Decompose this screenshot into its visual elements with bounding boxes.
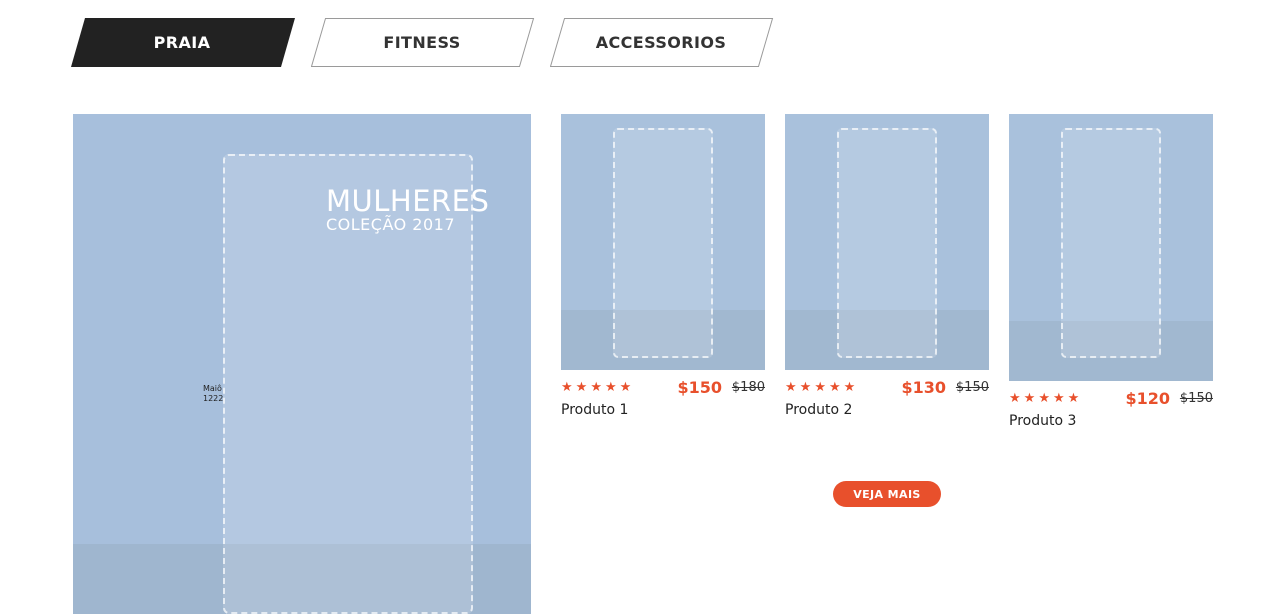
featured-title: MULHERES xyxy=(326,184,490,218)
featured-banner[interactable]: MULHERES COLEÇÃO 2017 Maiô 1222 xyxy=(73,114,531,614)
star-icon: ★ xyxy=(799,380,812,395)
product-image[interactable] xyxy=(561,114,765,370)
tab-praia[interactable]: PRAIA xyxy=(71,18,295,67)
star-icon: ★ xyxy=(1038,391,1050,406)
product-model-photo xyxy=(613,128,713,358)
star-icon: ★ xyxy=(1023,391,1036,406)
product-meta: ★ ★ ★ ★ ★ $130 $150 xyxy=(785,378,989,402)
product-model-photo xyxy=(837,128,937,358)
star-rating: ★ ★ ★ ★ ★ xyxy=(785,381,855,394)
tab-fitness-label: FITNESS xyxy=(383,33,461,52)
star-icon: ★ xyxy=(575,380,588,395)
product-name[interactable]: Produto 2 xyxy=(785,402,989,418)
product-tag-line2: 1222 xyxy=(203,394,224,403)
featured-subtitle: COLEÇÃO 2017 xyxy=(326,215,456,234)
veja-mais-button[interactable]: VEJA MAIS xyxy=(833,481,941,507)
product-model-photo xyxy=(1061,128,1161,358)
star-icon: ★ xyxy=(828,380,841,395)
star-icon: ★ xyxy=(785,380,797,395)
product-name[interactable]: Produto 1 xyxy=(561,402,765,418)
star-icon: ★ xyxy=(1067,391,1080,406)
product-tag-line1: Maiô xyxy=(203,384,222,393)
product-old-price: $150 xyxy=(955,380,989,395)
product-old-price: $180 xyxy=(731,380,765,395)
product-meta: ★ ★ ★ ★ ★ $150 $180 xyxy=(561,378,765,402)
star-icon: ★ xyxy=(1009,391,1021,406)
star-icon: ★ xyxy=(561,380,573,395)
star-rating: ★ ★ ★ ★ ★ xyxy=(1009,392,1079,405)
product-card[interactable]: ★ ★ ★ ★ ★ $150 $180 Produto 1 xyxy=(561,114,765,418)
product-price: $130 xyxy=(901,378,946,397)
star-icon: ★ xyxy=(604,380,617,395)
star-icon: ★ xyxy=(619,380,632,395)
star-icon: ★ xyxy=(814,380,826,395)
product-image[interactable] xyxy=(1009,114,1213,381)
tab-praia-label: PRAIA xyxy=(153,33,211,52)
product-price: $150 xyxy=(677,378,722,397)
product-card[interactable]: ★ ★ ★ ★ ★ $120 $150 Produto 3 xyxy=(1009,114,1213,429)
product-meta: ★ ★ ★ ★ ★ $120 $150 xyxy=(1009,389,1213,413)
tab-accessorios-label: ACCESSORIOS xyxy=(595,33,727,52)
star-rating: ★ ★ ★ ★ ★ xyxy=(561,381,631,394)
star-icon: ★ xyxy=(843,380,856,395)
product-name[interactable]: Produto 3 xyxy=(1009,413,1213,429)
product-old-price: $150 xyxy=(1179,391,1213,406)
star-icon: ★ xyxy=(1052,391,1065,406)
product-price: $120 xyxy=(1125,389,1170,408)
product-card[interactable]: ★ ★ ★ ★ ★ $130 $150 Produto 2 xyxy=(785,114,989,418)
product-image[interactable] xyxy=(785,114,989,370)
star-icon: ★ xyxy=(590,380,602,395)
tab-accessorios[interactable]: ACCESSORIOS xyxy=(550,18,774,67)
tab-fitness[interactable]: FITNESS xyxy=(311,18,535,67)
product-tag: Maiô 1222 xyxy=(203,384,223,404)
